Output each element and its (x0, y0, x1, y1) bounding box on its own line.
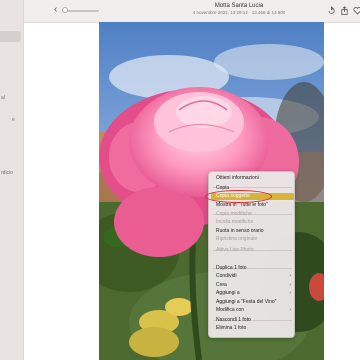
sidebar: al e rdicio (0, 0, 24, 360)
menu-item-duplica-1-foto[interactable]: Duplica 1 foto (211, 265, 294, 273)
zoom-slider[interactable] (62, 7, 102, 14)
menu-item-label: Copia (216, 184, 230, 191)
menu-item-label: Copia soggetto (216, 192, 250, 199)
menu-item-label: Incolla modifiche (216, 219, 254, 226)
share-icon[interactable] (340, 6, 349, 15)
menu-item-label: Mostra in "Tutte le foto" (216, 201, 268, 208)
menu-item-copia[interactable]: Copia (211, 185, 294, 193)
menu-item-label: Copia modifiche (216, 210, 252, 217)
window-title-block: Motta Santa Lucia 4 novembre 2022, 13:29… (174, 3, 304, 16)
sidebar-item-label[interactable]: al (1, 95, 5, 101)
zoom-slider-track (65, 10, 99, 12)
menu-item-copia-modifiche: Copia modifiche (211, 211, 294, 219)
window-title: Motta Santa Lucia (214, 3, 264, 9)
chevron-right-icon: › (289, 307, 291, 314)
menu-item-ripristina-originale: Ripristina originale (211, 236, 294, 244)
toolbar: ‹ Motta Santa Lucia 4 novembre 2022, 13:… (24, 0, 360, 23)
menu-item-label: Modifica con (216, 307, 245, 314)
menu-item-copia-soggetto[interactable]: Copia soggetto (211, 192, 294, 201)
menu-item-mostra-in-tutte-le-foto[interactable]: Mostra in "Tutte le foto" (211, 202, 294, 210)
photos-app: al e rdicio ‹ Motta Santa Lucia 4 novemb… (0, 0, 360, 360)
menu-item-modifica-con[interactable]: Modifica con › (211, 307, 294, 315)
zoom-slider-knob[interactable] (62, 7, 68, 13)
menu-item-crea[interactable]: Crea › (211, 282, 294, 290)
sidebar-item-label[interactable]: e (12, 117, 15, 123)
chevron-right-icon: › (289, 273, 291, 280)
menu-item-condividi[interactable]: Condividi › (211, 273, 294, 281)
menu-item-label: Ruota in senso orario (216, 227, 264, 234)
menu-item-incolla-modifiche: Incolla modifiche (211, 219, 294, 227)
menu-item-nascondi-1-foto[interactable]: Nascondi 1 foto (211, 317, 294, 325)
menu-item-label: Attiva Live Photo (216, 246, 254, 253)
context-menu: Ottieni informazioni Copia Copia soggetto M… (208, 171, 295, 338)
heart-icon[interactable] (353, 6, 360, 15)
menu-item-label: Aggiungi a (216, 290, 240, 297)
chevron-right-icon: › (289, 281, 291, 288)
chevron-left-icon[interactable]: ‹ (54, 5, 57, 15)
rotate-icon[interactable] (327, 6, 336, 15)
sidebar-selected-item[interactable] (0, 31, 21, 42)
menu-item-attiva-live-photo: Attiva Live Photo (211, 247, 294, 255)
menu-item-label: Aggiungi a "Festa del Vino" (216, 298, 277, 305)
menu-item-aggiungi-a[interactable]: Aggiungi a › (211, 290, 294, 298)
menu-item-label: Ripristina originale (216, 236, 258, 243)
menu-item-ottieni-informazioni[interactable]: Ottieni informazioni (211, 175, 294, 183)
menu-item-label: Crea (216, 281, 227, 288)
menu-item-elimina-1-foto[interactable]: Elimina 1 foto (211, 325, 294, 333)
menu-item-label: Nascondi 1 foto (216, 316, 251, 323)
menu-item-label: Ottieni informazioni (216, 174, 259, 181)
chevron-right-icon: › (289, 290, 291, 297)
menu-item-label: Elimina 1 foto (216, 325, 247, 332)
window-subtitle: 4 novembre 2022, 13:29:12 · 13.466 di 13… (192, 10, 286, 15)
menu-item-aggiungi-a-festa-del-vino[interactable]: Aggiungi a "Festa del Vino" (211, 299, 294, 307)
menu-item-ruota-in-senso-orario[interactable]: Ruota in senso orario (211, 228, 294, 236)
menu-item-label: Condividi (216, 273, 237, 280)
sidebar-item-label[interactable]: rdicio (1, 170, 13, 176)
menu-item-label: Duplica 1 foto (216, 264, 247, 271)
